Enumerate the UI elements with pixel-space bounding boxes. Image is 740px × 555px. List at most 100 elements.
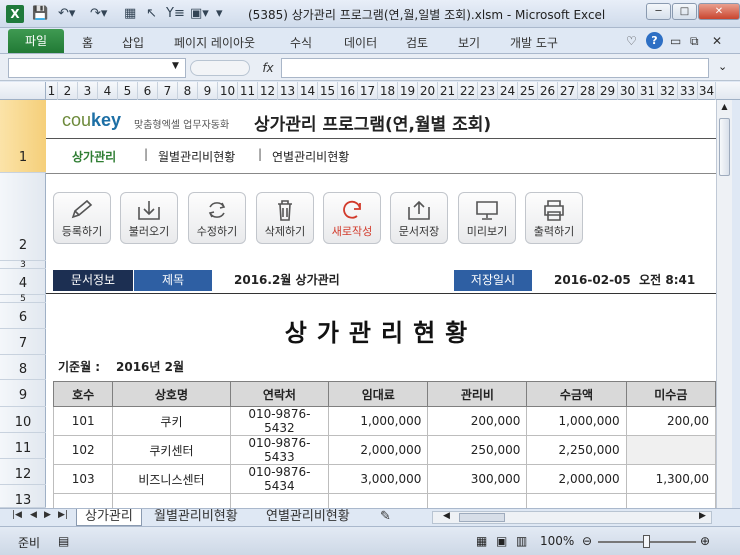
column-header[interactable]: 26 bbox=[538, 82, 558, 100]
save-icon[interactable]: 💾 bbox=[32, 6, 48, 21]
tab-page-layout[interactable]: 페이지 레이아웃 bbox=[174, 34, 255, 51]
column-header[interactable]: 30 bbox=[618, 82, 638, 100]
cell-collected[interactable] bbox=[526, 493, 627, 508]
menu-item-monthly-fees[interactable]: 월별관리비현황 bbox=[158, 148, 235, 165]
heart-icon[interactable]: ♡ bbox=[626, 34, 637, 48]
column-header[interactable]: 29 bbox=[598, 82, 618, 100]
zoom-in-icon[interactable]: ⊕ bbox=[700, 534, 710, 548]
load-button[interactable]: 불러오기 bbox=[120, 192, 178, 244]
cursor-icon[interactable]: ↖ bbox=[146, 6, 157, 21]
register-button[interactable]: 등록하기 bbox=[53, 192, 111, 244]
column-header[interactable]: 4 bbox=[98, 82, 118, 100]
row-header[interactable]: 7 bbox=[0, 329, 46, 355]
column-header[interactable]: 12 bbox=[258, 82, 278, 100]
cell-collected[interactable]: 2,000,000 bbox=[526, 464, 627, 494]
col-header-unpaid[interactable]: 미수금 bbox=[625, 381, 716, 407]
tab-review[interactable]: 검토 bbox=[406, 34, 428, 51]
column-header[interactable]: 10 bbox=[218, 82, 238, 100]
column-header[interactable]: 2 bbox=[58, 82, 78, 100]
column-header[interactable]: 33 bbox=[678, 82, 698, 100]
sheet-tab-yearly-fees[interactable]: 연별관리비현황 bbox=[258, 509, 358, 526]
cell-unpaid[interactable]: 200,00 bbox=[625, 406, 716, 436]
cell-unit[interactable]: 103 bbox=[52, 464, 114, 494]
row-header[interactable]: 4 bbox=[0, 269, 46, 295]
column-header[interactable]: 16 bbox=[338, 82, 358, 100]
column-header[interactable]: 3 bbox=[78, 82, 98, 100]
col-header-store-name[interactable]: 상호명 bbox=[112, 381, 231, 407]
horizontal-scrollbar[interactable]: ◀ ▶ bbox=[432, 511, 712, 524]
column-header[interactable]: 14 bbox=[298, 82, 318, 100]
last-sheet-icon[interactable]: ▶| bbox=[58, 510, 68, 520]
ribbon-restore-icon[interactable]: ⧉ bbox=[690, 34, 699, 49]
excel-logo-icon[interactable]: X bbox=[6, 5, 24, 23]
column-header[interactable]: 18 bbox=[378, 82, 398, 100]
normal-view-icon[interactable]: ▦ bbox=[476, 534, 487, 548]
column-header[interactable]: 31 bbox=[638, 82, 658, 100]
ribbon-close-icon[interactable]: ✕ bbox=[712, 34, 722, 48]
zoom-level[interactable]: 100% bbox=[540, 534, 574, 548]
cell-fee[interactable]: 250,000 bbox=[427, 435, 528, 465]
cell-contact[interactable]: 010-9876-5434 bbox=[229, 464, 330, 494]
col-header-rent[interactable]: 임대료 bbox=[328, 381, 429, 407]
column-header[interactable]: 28 bbox=[578, 82, 598, 100]
row-header[interactable]: 13 bbox=[0, 485, 46, 508]
delete-button[interactable]: 삭제하기 bbox=[256, 192, 314, 244]
row-header[interactable]: 3 bbox=[0, 261, 46, 270]
column-header[interactable]: 19 bbox=[398, 82, 418, 100]
cell-contact[interactable] bbox=[229, 493, 330, 508]
cell-unit[interactable]: 101 bbox=[52, 406, 114, 436]
row-header[interactable]: 2 bbox=[0, 173, 46, 261]
prev-sheet-icon[interactable]: ◀ bbox=[30, 510, 37, 520]
form-icon[interactable]: ▦ bbox=[124, 6, 136, 21]
cell-unpaid[interactable] bbox=[625, 493, 716, 508]
tab-formulas[interactable]: 수식 bbox=[290, 34, 312, 51]
row-header[interactable]: 12 bbox=[0, 459, 46, 485]
column-header[interactable]: 1 bbox=[46, 82, 58, 100]
column-header[interactable]: 11 bbox=[238, 82, 258, 100]
cell-store-name[interactable]: 비즈니스센터 bbox=[112, 464, 231, 494]
zoom-thumb[interactable] bbox=[643, 535, 650, 548]
column-header[interactable]: 7 bbox=[158, 82, 178, 100]
cell-fee[interactable]: 300,000 bbox=[427, 464, 528, 494]
filter-icon[interactable]: Y≡ bbox=[166, 6, 185, 21]
cell-store-name[interactable]: 쿠키센터 bbox=[112, 435, 231, 465]
tab-insert[interactable]: 삽입 bbox=[122, 34, 144, 51]
cell-store-name[interactable] bbox=[112, 493, 231, 508]
cell-unpaid[interactable] bbox=[625, 435, 716, 465]
maximize-button[interactable]: □ bbox=[672, 3, 697, 20]
row-header[interactable]: 1 bbox=[0, 100, 46, 173]
select-all-corner[interactable] bbox=[0, 82, 46, 100]
cell-rent[interactable]: 2,000,000 bbox=[328, 435, 429, 465]
column-header[interactable]: 8 bbox=[178, 82, 198, 100]
name-box-dropdown-icon[interactable]: ▼ bbox=[172, 61, 179, 71]
hscroll-thumb[interactable] bbox=[459, 513, 505, 522]
column-header[interactable]: 27 bbox=[558, 82, 578, 100]
name-box[interactable] bbox=[8, 58, 186, 78]
new-button[interactable]: 새로작성 bbox=[323, 192, 381, 244]
scroll-right-icon[interactable]: ▶ bbox=[699, 511, 706, 521]
scroll-thumb[interactable] bbox=[719, 118, 730, 176]
cell-contact[interactable]: 010-9876-5433 bbox=[229, 435, 330, 465]
column-header[interactable]: 5 bbox=[118, 82, 138, 100]
scroll-up-icon[interactable]: ▲ bbox=[719, 102, 730, 112]
macro-record-icon[interactable]: ▤ bbox=[58, 534, 69, 548]
cell-rent[interactable] bbox=[328, 493, 429, 508]
cell-rent[interactable]: 1,000,000 bbox=[328, 406, 429, 436]
tab-file[interactable]: 파일 bbox=[8, 29, 64, 53]
sheet-tab-store-management[interactable]: 상가관리 bbox=[76, 509, 142, 526]
worksheet[interactable]: coukey 맞춤형엑셀 업무자동화 상가관리 프로그램(연,월별 조회) 상가… bbox=[46, 100, 716, 508]
cell-contact[interactable]: 010-9876-5432 bbox=[229, 406, 330, 436]
menu-item-store-management[interactable]: 상가관리 bbox=[72, 148, 116, 165]
print-button[interactable]: 출력하기 bbox=[525, 192, 583, 244]
tab-home[interactable]: 홈 bbox=[82, 34, 93, 51]
col-header-unit[interactable]: 호수 bbox=[52, 381, 114, 407]
save-document-button[interactable]: 문서저장 bbox=[390, 192, 448, 244]
column-header[interactable]: 25 bbox=[518, 82, 538, 100]
first-sheet-icon[interactable]: |◀ bbox=[12, 510, 22, 520]
cell-unpaid[interactable]: 1,300,00 bbox=[625, 464, 716, 494]
column-header[interactable]: 6 bbox=[138, 82, 158, 100]
customize-qat-icon[interactable]: ▾ bbox=[216, 6, 223, 21]
undo-icon[interactable]: ↶▾ bbox=[58, 6, 75, 21]
tab-data[interactable]: 데이터 bbox=[344, 34, 377, 51]
col-header-collected[interactable]: 수금액 bbox=[526, 381, 627, 407]
